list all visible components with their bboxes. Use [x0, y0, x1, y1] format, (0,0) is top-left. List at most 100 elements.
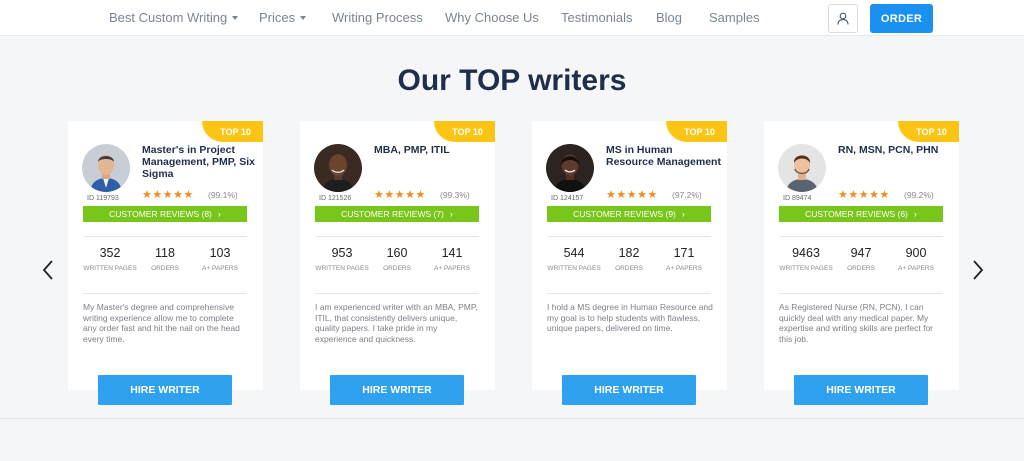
- stat-value: 160: [386, 246, 408, 260]
- divider: [315, 236, 479, 237]
- stat-written-pages: 953 WRITTEN PAGES: [312, 247, 372, 273]
- stat-label: ORDERS: [847, 265, 875, 272]
- order-button[interactable]: ORDER: [870, 4, 933, 33]
- stat-value: 141: [441, 246, 463, 260]
- writer-degree: RN, MSN, PCN, PHN: [838, 144, 939, 156]
- divider: [547, 293, 711, 294]
- reviews-label: CUSTOMER REVIEWS (6): [805, 209, 908, 219]
- stat-orders: 947 ORDERS: [831, 247, 891, 273]
- writer-bio: As Registered Nurse (RN, PCN), I can qui…: [779, 302, 934, 344]
- stat-label: WRITTEN PAGES: [83, 265, 137, 272]
- stat-label: A+ PAPERS: [666, 265, 702, 272]
- writer-avatar: [314, 144, 362, 192]
- star-rating-icons: ★★★★★: [606, 189, 658, 201]
- user-icon: [837, 12, 849, 25]
- hire-writer-button[interactable]: HIRE WRITER: [562, 375, 696, 405]
- writer-card: TOP 10 ID 119793 Master's in Project Man…: [68, 121, 263, 405]
- writer-degree: MS in Human Resource Management: [606, 144, 721, 168]
- stat-orders: 182 ORDERS: [599, 247, 659, 273]
- chevron-left-icon[interactable]: [40, 258, 56, 282]
- writer-card: TOP 10 ID 124157 MS in Human Resource Ma…: [532, 121, 727, 405]
- star-rating-icons: ★★★★★: [142, 189, 194, 201]
- rating-percent: (99.3%): [440, 190, 470, 200]
- writer-card: TOP 10 ID 89474 RN, MSN, PCN, PHN ★★★★★ …: [764, 121, 959, 405]
- stat-written-pages: 352 WRITTEN PAGES: [80, 247, 140, 273]
- rating-percent: (97.2%): [672, 190, 702, 200]
- nav-best-custom-writing[interactable]: Best Custom Writing: [109, 10, 239, 25]
- divider: [779, 293, 943, 294]
- reviews-label: CUSTOMER REVIEWS (9): [573, 209, 676, 219]
- chevron-right-icon[interactable]: [970, 258, 986, 282]
- stat-value: 118: [155, 246, 175, 260]
- top10-badge: TOP 10: [434, 121, 495, 142]
- stat-label: A+ PAPERS: [434, 265, 470, 272]
- stat-a-plus-papers: 141 A+ PAPERS: [422, 247, 482, 273]
- stat-label: A+ PAPERS: [202, 265, 238, 272]
- top10-badge: TOP 10: [898, 121, 959, 142]
- caret-down-icon: [300, 15, 307, 20]
- nav-label: Prices: [259, 10, 296, 25]
- customer-reviews-button[interactable]: CUSTOMER REVIEWS (9) ›: [547, 206, 711, 222]
- nav-testimonials[interactable]: Testimonials: [561, 10, 633, 25]
- stat-orders: 118 ORDERS: [135, 247, 195, 273]
- writer-bio: I am experienced writer with an MBA, PMP…: [315, 302, 478, 344]
- nav-writing-process[interactable]: Writing Process: [332, 10, 423, 25]
- rating-percent: (99.2%): [904, 190, 934, 200]
- chevron-right-icon: ›: [681, 209, 685, 219]
- stat-written-pages: 9463 WRITTEN PAGES: [776, 247, 836, 273]
- stat-label: WRITTEN PAGES: [315, 265, 369, 272]
- hire-writer-button[interactable]: HIRE WRITER: [330, 375, 464, 405]
- stat-label: ORDERS: [615, 265, 643, 272]
- customer-reviews-button[interactable]: CUSTOMER REVIEWS (7) ›: [315, 206, 479, 222]
- star-rating-icons: ★★★★★: [374, 189, 426, 201]
- writer-bio: My Master's degree and comprehensive wri…: [83, 302, 240, 344]
- stat-value: 900: [905, 246, 927, 260]
- customer-reviews-button[interactable]: CUSTOMER REVIEWS (6) ›: [779, 206, 943, 222]
- customer-reviews-button[interactable]: CUSTOMER REVIEWS (8) ›: [83, 206, 247, 222]
- rating-percent: (99.1%): [208, 190, 238, 200]
- stat-label: A+ PAPERS: [898, 265, 934, 272]
- top10-badge: TOP 10: [202, 121, 263, 142]
- divider: [547, 236, 711, 237]
- writer-id: ID 89474: [783, 195, 812, 202]
- top-navigation: Best Custom Writing Prices Writing Proce…: [0, 0, 1024, 36]
- writer-avatar: [546, 144, 594, 192]
- stat-value: 9463: [792, 246, 820, 260]
- writer-avatar: [82, 144, 130, 192]
- top10-badge: TOP 10: [666, 121, 727, 142]
- divider: [315, 293, 479, 294]
- nav-label: Best Custom Writing: [109, 10, 228, 25]
- writer-id: ID 119793: [87, 195, 119, 202]
- nav-blog[interactable]: Blog: [656, 10, 682, 25]
- section-bottom-divider: [0, 418, 1024, 419]
- hire-writer-button[interactable]: HIRE WRITER: [98, 375, 232, 405]
- divider: [779, 236, 943, 237]
- reviews-label: CUSTOMER REVIEWS (7): [341, 209, 444, 219]
- stat-label: ORDERS: [383, 265, 411, 272]
- stat-a-plus-papers: 171 A+ PAPERS: [654, 247, 714, 273]
- stat-written-pages: 544 WRITTEN PAGES: [544, 247, 604, 273]
- stat-value: 544: [563, 246, 585, 260]
- stat-label: WRITTEN PAGES: [547, 265, 601, 272]
- stat-value: 103: [209, 246, 231, 260]
- chevron-right-icon: ›: [449, 209, 453, 219]
- nav-samples[interactable]: Samples: [709, 10, 760, 25]
- hire-writer-button[interactable]: HIRE WRITER: [794, 375, 928, 405]
- writer-id: ID 121526: [319, 195, 352, 202]
- stat-a-plus-papers: 103 A+ PAPERS: [190, 247, 250, 273]
- account-button[interactable]: [828, 4, 858, 33]
- stat-label: ORDERS: [151, 265, 179, 272]
- section-title: Our TOP writers: [397, 64, 627, 97]
- stat-label: WRITTEN PAGES: [779, 265, 833, 272]
- nav-prices[interactable]: Prices: [259, 10, 307, 25]
- chevron-right-icon: ›: [913, 209, 917, 219]
- nav-why-choose-us[interactable]: Why Choose Us: [445, 10, 539, 25]
- writer-degree: Master's in Project Management, PMP, Six…: [142, 144, 256, 180]
- star-rating-icons: ★★★★★: [838, 189, 890, 201]
- writer-avatar: [778, 144, 826, 192]
- stat-value: 352: [99, 246, 121, 260]
- stat-value: 947: [850, 246, 872, 260]
- divider: [83, 293, 247, 294]
- stat-value: 171: [673, 246, 695, 260]
- stat-value: 182: [618, 246, 640, 260]
